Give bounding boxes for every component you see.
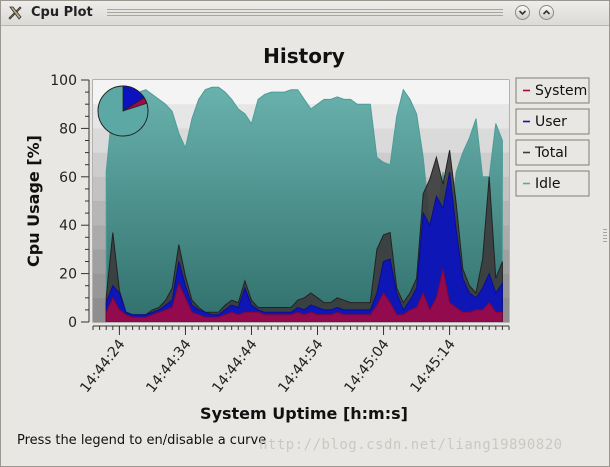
x-axis-label: System Uptime [h:m:s] [200,404,408,423]
legend-label: Idle [535,176,561,192]
usage-pie [97,85,149,137]
x-tick-label: 14:44:54 [275,337,326,396]
title-bar-grip [107,9,503,18]
y-tick-label: 80 [59,121,77,137]
x-tick-label: 14:45:14 [407,337,458,396]
minimize-button[interactable] [515,5,530,20]
legend-item-idle[interactable]: Idle [515,170,590,197]
title-bar[interactable]: Cpu Plot [1,1,609,26]
x-axis: 14:44:24 14:44:34 14:44:44 14:44:54 14:45:04… [77,325,510,396]
x-tick-label: 14:44:24 [77,337,128,396]
tools-icon [8,6,22,20]
y-axis: 0 20 40 60 80 100 [50,73,90,331]
y-tick-label: 100 [50,73,77,89]
x-tick-label: 14:44:34 [143,337,194,396]
status-message: Press the legend to en/disable a curve [17,433,267,448]
x-tick-label: 14:44:44 [209,337,260,396]
y-tick-label: 60 [59,170,77,186]
legend: System User Total Idle [515,77,590,197]
legend-item-system[interactable]: System [515,77,590,104]
legend-label: System [535,83,587,99]
x-tick-label: 14:45:04 [341,337,392,396]
y-tick-label: 0 [68,315,77,331]
app-window: Cpu Plot History 0 20 40 60 80 100 14:44… [0,0,610,467]
y-tick-label: 20 [59,267,77,283]
chevron-up-icon [542,9,551,15]
chart-title: History [263,44,345,68]
legend-item-total[interactable]: Total [515,139,590,166]
splitter-handle[interactable] [603,229,607,243]
window-title: Cpu Plot [31,5,93,20]
watermark: http://blog.csdn.net/liang19890820 [259,437,563,453]
legend-label: Total [534,145,568,161]
chevron-down-icon [518,10,527,16]
y-axis-label: Cpu Usage [%] [24,135,43,267]
y-tick-label: 40 [59,218,77,234]
legend-item-user[interactable]: User [515,108,590,135]
legend-label: User [535,114,567,130]
cpu-history-chart: History 020406080100 14:44:24 14:44:34 14:… [24,44,590,423]
maximize-button[interactable] [539,5,554,20]
